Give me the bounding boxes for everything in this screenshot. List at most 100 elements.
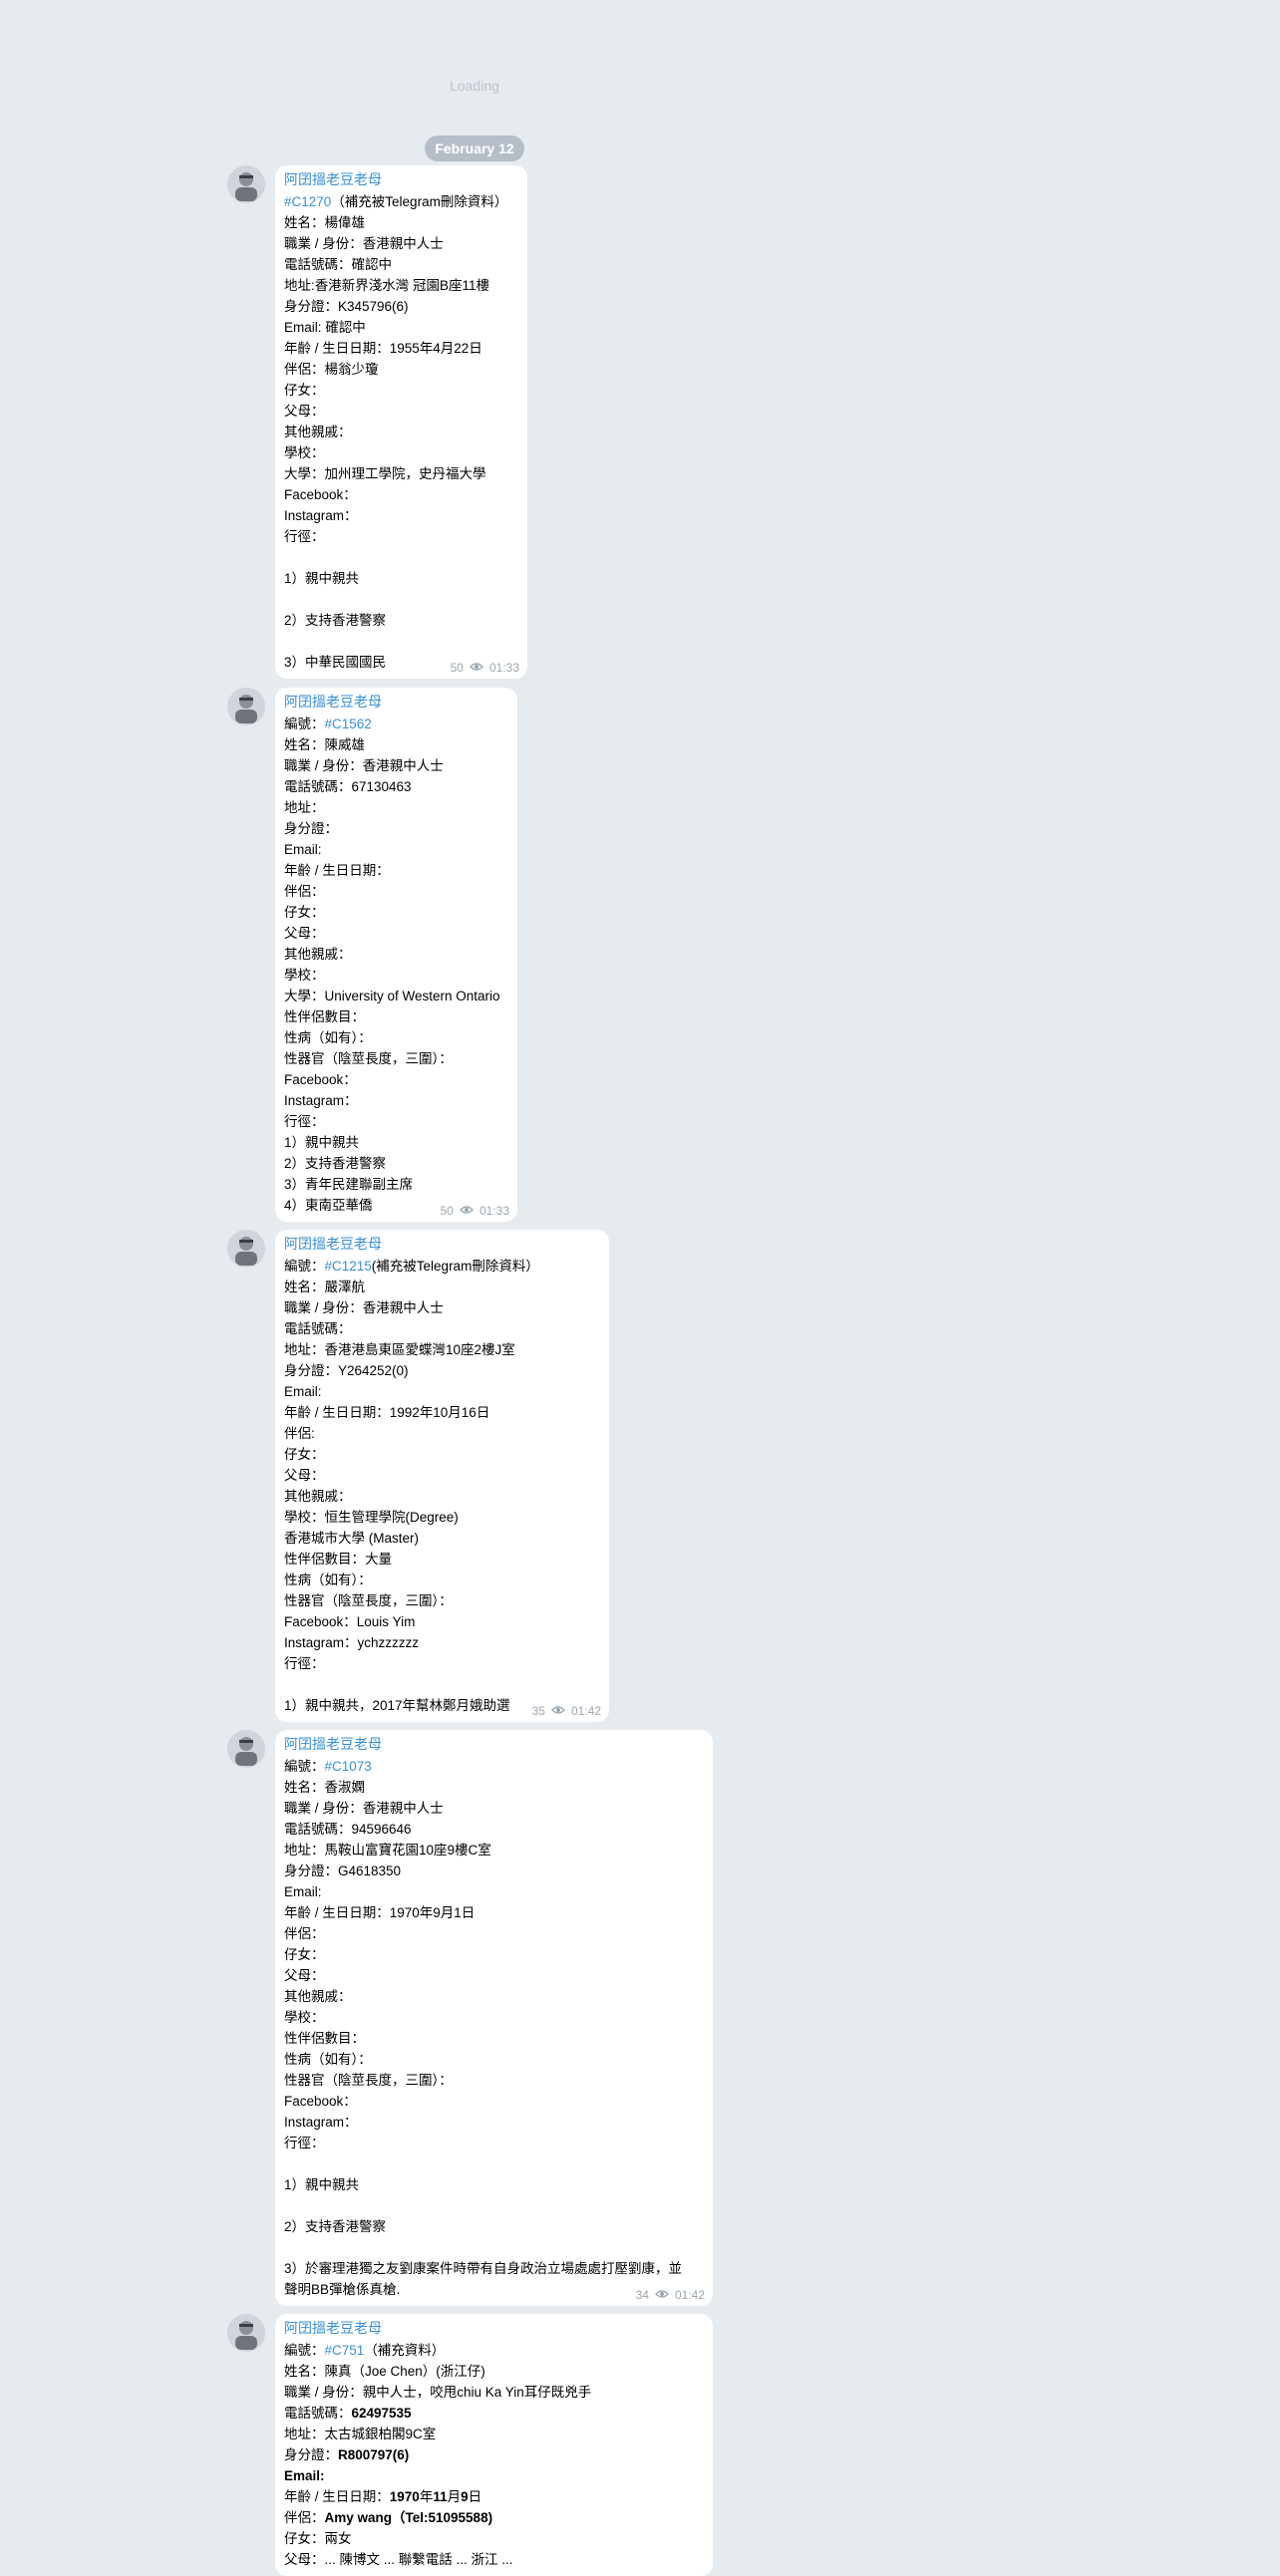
- message-text-line: Email:: [284, 1881, 705, 1902]
- message-text-line: Instagram：: [284, 1090, 509, 1111]
- message-text-line: 性病（如有）：: [284, 1027, 509, 1048]
- message-text-line: 行徑：: [284, 2133, 705, 2153]
- text-segment: 性器官（陰莖長度，三圍）：: [284, 1051, 453, 1066]
- message-text-line: Instagram：ychzzzzzz: [284, 1632, 601, 1653]
- eye-icon: [551, 1704, 565, 1718]
- hashtag-link[interactable]: #C1215: [325, 1259, 372, 1274]
- message-text-line: 性器官（陰莖長度，三圍）：: [284, 1048, 509, 1069]
- text-segment: 年齡 / 生日日期：1992年10月16日: [284, 1405, 490, 1420]
- message-text-line: 行徑：: [284, 1111, 509, 1132]
- message-author[interactable]: 阿囝搵老豆老母: [284, 1234, 601, 1256]
- message-bubble[interactable]: 阿囝搵老豆老母 編號：#C1073 姓名：香淑嫻 職業 / 身份：香港親中人士 電話號碼…: [275, 1730, 713, 2306]
- message-text-line: Facebook：: [284, 2091, 705, 2112]
- text-segment: 學校：: [284, 445, 325, 460]
- text-segment: 職業 / 身份：親中人士，咬甩chiu Ka Yin耳仔既兇手: [284, 2385, 592, 2400]
- text-segment: 仔女：: [284, 1447, 325, 1462]
- message-text-line: 年齡 / 生日日期：1955年4月22日: [284, 338, 519, 359]
- avatar[interactable]: [227, 1730, 265, 1768]
- text-segment: 年齡 / 生日日期：: [284, 2489, 390, 2504]
- message-text-line: 行徑：: [284, 1653, 601, 1674]
- text-segment: 姓名：陳威雄: [284, 737, 365, 752]
- message-text-line: 大學：加州理工學院，史丹福大學: [284, 463, 519, 484]
- message-bubble[interactable]: 阿囝搵老豆老母 編號：#C751（補充資料） 姓名：陳真（Joe Chen）(浙江仔…: [275, 2314, 713, 2576]
- message-text-line: 職業 / 身份：香港親中人士: [284, 1297, 601, 1318]
- message-text-line: 性器官（陰莖長度，三圍）：: [284, 2070, 705, 2091]
- message-text-line: 編號：#C1073: [284, 1756, 705, 1777]
- text-segment: 年齡 / 生日日期：1970年9月1日: [284, 1905, 476, 1920]
- message-text-line: 伴侶：Amy wang（Tel:51095588): [284, 2507, 705, 2528]
- message-text-line: 身分證：K345796(6): [284, 296, 519, 317]
- view-count: 35: [531, 1704, 545, 1718]
- avatar[interactable]: [227, 1230, 265, 1268]
- text-segment: 地址:香港新界淺水灣 冠園B座11樓: [284, 278, 490, 293]
- message-text-line: 3）青年民建聯副主席: [284, 1174, 509, 1195]
- message-meta: 34 01:42: [636, 2288, 705, 2302]
- message-text-line: 年齡 / 生日日期：1970年11月9日: [284, 2486, 705, 2507]
- message-author[interactable]: 阿囝搵老豆老母: [284, 2318, 705, 2340]
- text-segment: 職業 / 身份：香港親中人士: [284, 236, 444, 251]
- text-segment: 4）東南亞華僑: [284, 1198, 373, 1213]
- message-text-line: 性伴侶數目：: [284, 1006, 509, 1027]
- text-segment: Email:: [284, 1384, 322, 1399]
- message-text-line: 職業 / 身份：香港親中人士: [284, 1798, 705, 1819]
- message-text-line: 性器官（陰莖長度，三圍）：: [284, 1590, 601, 1611]
- message-author[interactable]: 阿囝搵老豆老母: [284, 692, 509, 714]
- hashtag-link[interactable]: #C751: [325, 2343, 365, 2358]
- text-segment: 1）親中親共: [284, 2177, 360, 2192]
- message-text-line: 學校：: [284, 965, 509, 986]
- text-segment: 身分證：: [284, 821, 338, 836]
- eye-icon: [655, 2288, 669, 2302]
- text-segment: 大學：University of Western Ontario: [284, 989, 500, 1003]
- text-segment: 性器官（陰莖長度，三圍）：: [284, 2073, 453, 2088]
- text-segment: 其他親戚：: [284, 1489, 352, 1504]
- avatar[interactable]: [227, 2314, 265, 2352]
- message-text-line: 父母：... 陳博文 ... 聯繫電話 ... 浙江 ...: [284, 2549, 705, 2570]
- hashtag-link[interactable]: #C1270: [284, 194, 331, 209]
- message-author[interactable]: 阿囝搵老豆老母: [284, 169, 519, 191]
- text-segment: 大學：加州理工學院，史丹福大學: [284, 466, 486, 481]
- message-bubble[interactable]: 阿囝搵老豆老母 #C1270（補充被Telegram刪除資料） 姓名：楊偉雄 職業 /…: [275, 165, 527, 679]
- text-segment: 2）支持香港警察: [284, 2219, 387, 2234]
- hashtag-link[interactable]: #C1073: [325, 1759, 372, 1774]
- text-segment: 父母：: [284, 404, 325, 419]
- text-segment: Facebook：Louis Yim: [284, 1614, 416, 1629]
- text-segment: 姓名：嚴澤航: [284, 1280, 365, 1294]
- message-bubble[interactable]: 阿囝搵老豆老母 編號：#C1215(補充被Telegram刪除資料） 姓名：嚴澤航職…: [275, 1230, 609, 1722]
- avatar[interactable]: [227, 688, 265, 725]
- text-segment: 1）親中親共: [284, 1135, 360, 1150]
- text-segment: Email: 確認中: [284, 320, 366, 335]
- message-text-line: 仔女：: [284, 1944, 705, 1965]
- text-segment: 其他親戚：: [284, 1989, 352, 2004]
- text-segment: 伴侶:: [284, 1426, 315, 1441]
- message-author[interactable]: 阿囝搵老豆老母: [284, 1734, 705, 1756]
- text-segment: 電話號碼：: [284, 2406, 352, 2421]
- message-text-line: 大學：University of Western Ontario: [284, 986, 509, 1006]
- avatar[interactable]: [227, 165, 265, 203]
- view-count: 50: [440, 1204, 454, 1218]
- text-segment: Email:: [284, 2468, 325, 2483]
- text-segment: Facebook：: [284, 1072, 357, 1087]
- text-segment: 年齡 / 生日日期：: [284, 863, 390, 878]
- message-text-line: 姓名：嚴澤航: [284, 1277, 601, 1297]
- text-segment: 2）支持香港警察: [284, 1156, 387, 1171]
- message-text-line: 學校：: [284, 2007, 705, 2028]
- text-segment: 身分證：: [284, 2447, 338, 2462]
- text-segment: 1）親中親共，2017年幫林鄭月娥助選: [284, 1698, 510, 1713]
- message-text-line: Email:: [284, 839, 509, 860]
- message-text-line: 年齡 / 生日日期：1970年9月1日: [284, 1902, 705, 1923]
- text-segment: 性病（如有）：: [284, 1030, 372, 1045]
- message-time: 01:42: [674, 2288, 705, 2302]
- message-text-line: 2）支持香港警察: [284, 2216, 705, 2237]
- message-text-line: 性病（如有）：: [284, 1570, 601, 1590]
- text-segment: （補充被Telegram刪除資料）: [331, 194, 508, 209]
- message-text-line: 性伴侶數目：大量: [284, 1549, 601, 1570]
- date-separator: February 12: [425, 136, 524, 161]
- message-text-line: 學校：: [284, 442, 519, 463]
- message-text-line: 地址：: [284, 797, 509, 818]
- text-segment: Instagram：ychzzzzzz: [284, 1635, 420, 1650]
- message-bubble[interactable]: 阿囝搵老豆老母 編號：#C1562 姓名：陳威雄 職業 / 身份：香港親中人士 電話號碼…: [275, 688, 517, 1222]
- hashtag-link[interactable]: #C1562: [325, 716, 372, 731]
- text-segment: 日: [468, 2489, 482, 2504]
